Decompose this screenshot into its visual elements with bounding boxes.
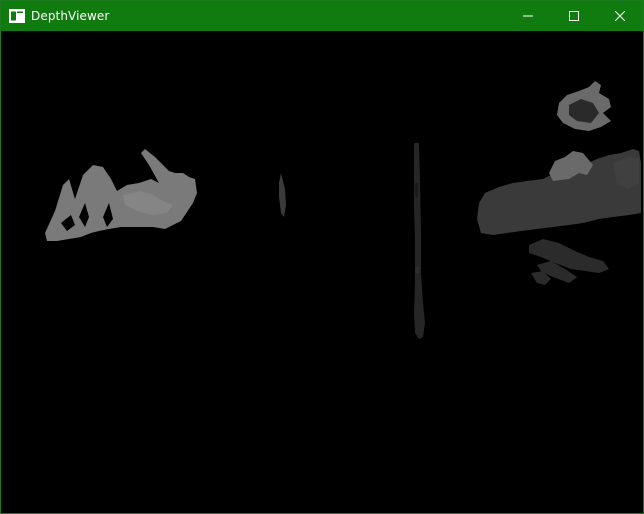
depth-blob-top-right bbox=[557, 81, 611, 131]
depth-viewer-window: DepthViewer bbox=[0, 0, 644, 514]
minimize-icon bbox=[523, 15, 533, 17]
window-title: DepthViewer bbox=[31, 9, 110, 23]
maximize-button[interactable] bbox=[551, 1, 597, 31]
depth-image bbox=[45, 81, 641, 339]
depth-blob-sliver bbox=[279, 173, 286, 217]
title-bar[interactable]: DepthViewer bbox=[1, 1, 643, 31]
depth-blob-right-lower bbox=[529, 239, 609, 285]
window-controls bbox=[505, 1, 643, 31]
depth-blob-left bbox=[45, 149, 197, 241]
depth-image-canvas[interactable] bbox=[3, 33, 641, 511]
minimize-button[interactable] bbox=[505, 1, 551, 31]
maximize-icon bbox=[569, 11, 579, 21]
depth-blob-pole bbox=[414, 143, 425, 339]
depth-blob-right bbox=[477, 149, 641, 235]
close-button[interactable] bbox=[597, 1, 643, 31]
close-icon bbox=[615, 11, 625, 21]
window-app-icon[interactable] bbox=[9, 8, 25, 24]
